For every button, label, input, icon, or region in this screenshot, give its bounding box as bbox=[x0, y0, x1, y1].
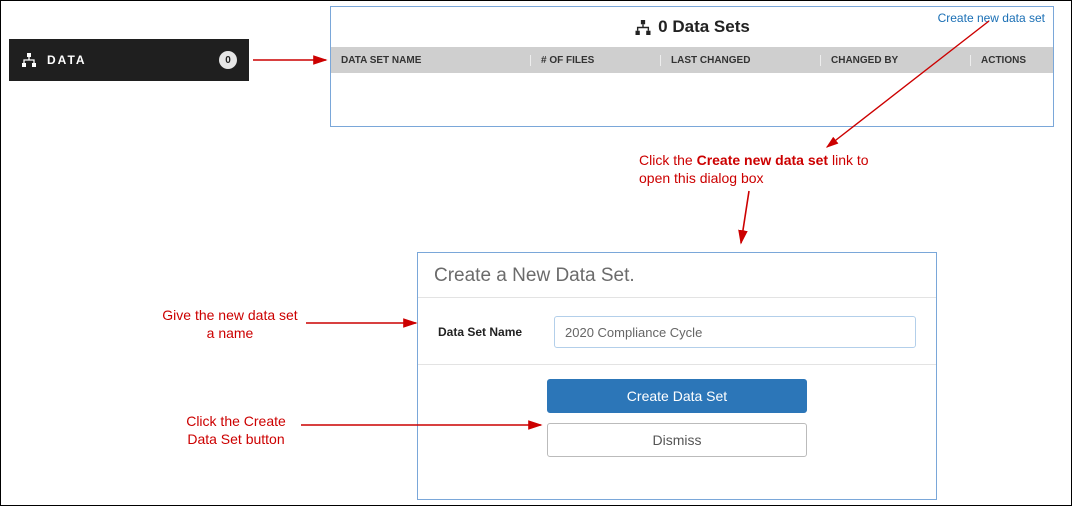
col-last-changed: LAST CHANGED bbox=[661, 55, 821, 66]
dismiss-button[interactable]: Dismiss bbox=[547, 423, 807, 457]
data-sets-count: 0 bbox=[658, 17, 667, 36]
create-data-set-button[interactable]: Create Data Set bbox=[547, 379, 807, 413]
create-data-set-dialog: Create a New Data Set. Data Set Name Cre… bbox=[417, 252, 937, 500]
panel-title: 0 Data Sets bbox=[634, 17, 750, 37]
data-sets-title-text: Data Sets bbox=[672, 17, 749, 36]
annotation-create-button: Click the Create Data Set button bbox=[176, 412, 296, 448]
data-set-name-label: Data Set Name bbox=[438, 325, 554, 339]
sitemap-icon bbox=[21, 53, 37, 67]
data-set-name-input[interactable] bbox=[554, 316, 916, 348]
sitemap-icon bbox=[634, 20, 652, 35]
col-num-files: # OF FILES bbox=[531, 55, 661, 66]
annotation-name-field: Give the new data set a name bbox=[160, 306, 300, 342]
dialog-title: Create a New Data Set. bbox=[418, 253, 936, 298]
annotation-create-link: Click the Create new data set link to op… bbox=[639, 151, 899, 187]
sidebar-item-label: DATA bbox=[47, 53, 219, 67]
data-count-badge: 0 bbox=[219, 51, 237, 69]
sidebar-item-data[interactable]: DATA 0 bbox=[9, 39, 249, 81]
col-changed-by: CHANGED BY bbox=[821, 55, 971, 66]
data-sets-table-header: DATA SET NAME # OF FILES LAST CHANGED CH… bbox=[331, 47, 1053, 73]
col-data-set-name: DATA SET NAME bbox=[331, 55, 531, 66]
col-actions: ACTIONS bbox=[971, 55, 1053, 66]
create-new-data-set-link[interactable]: Create new data set bbox=[938, 11, 1045, 25]
data-sets-panel: 0 Data Sets Create new data set DATA SET… bbox=[330, 6, 1054, 127]
panel-header: 0 Data Sets Create new data set bbox=[331, 7, 1053, 47]
